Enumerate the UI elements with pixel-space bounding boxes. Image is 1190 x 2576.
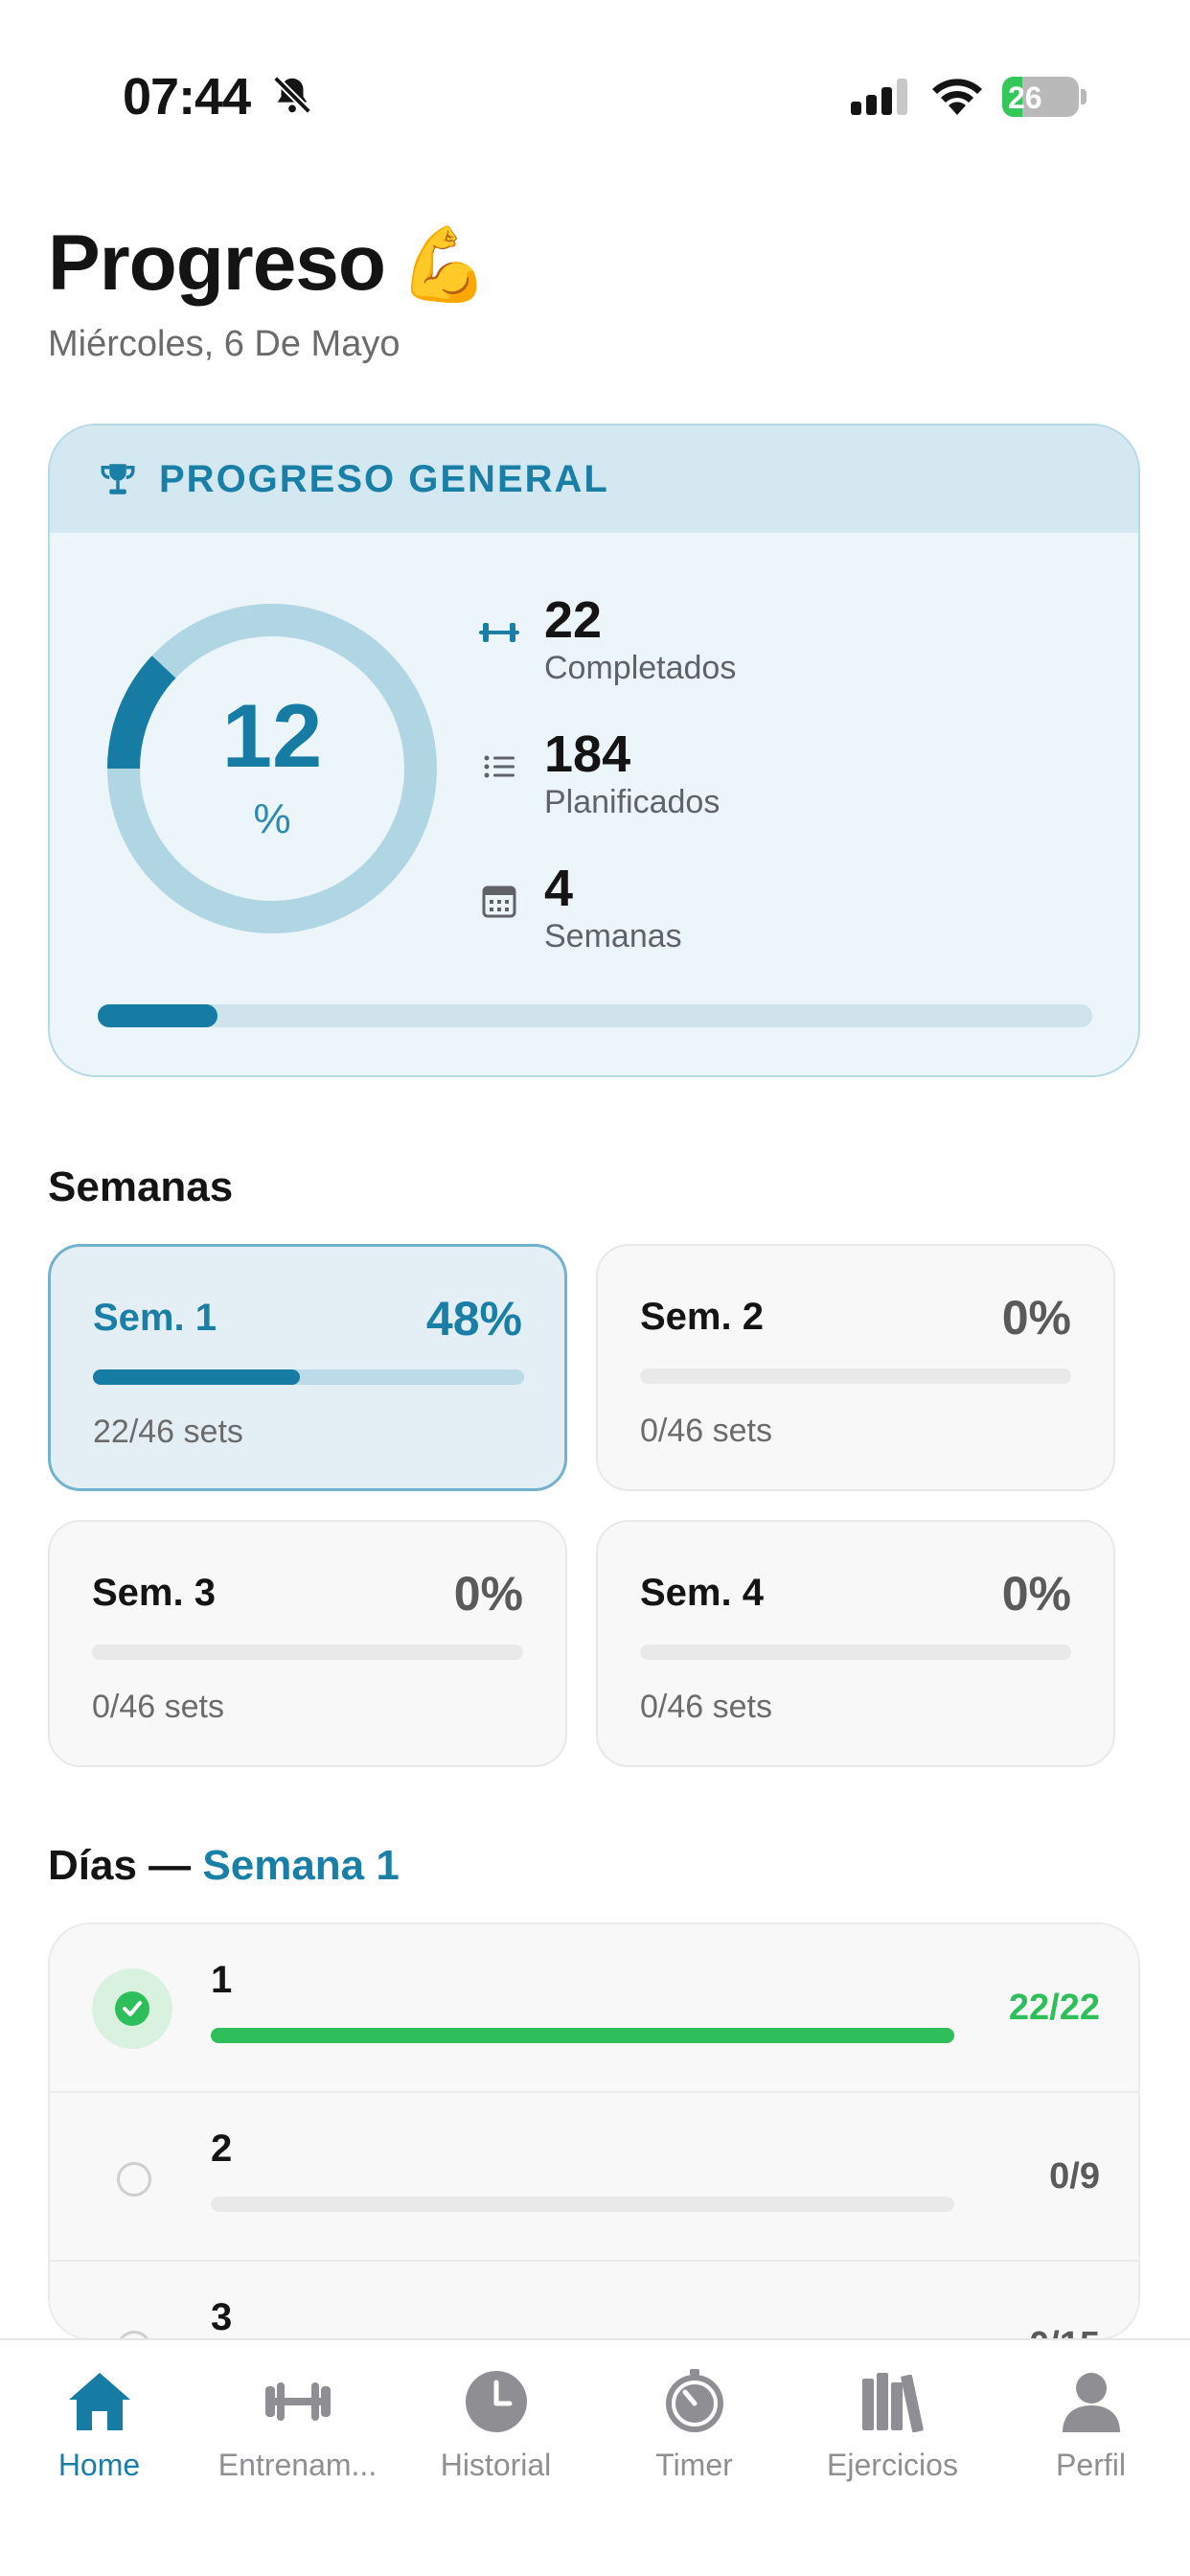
tab-home[interactable]: Home	[0, 2365, 198, 2483]
week-card-2[interactable]: Sem. 2 0% 0/46 sets	[596, 1244, 1115, 1491]
week-card-1[interactable]: Sem. 1 48% 22/46 sets	[48, 1244, 567, 1491]
page-title-text: Progreso	[48, 219, 386, 307]
stat-planned-label: Planificados	[544, 784, 721, 820]
days-section-title: Días — Semana 1	[48, 1842, 400, 1890]
tab-label: Entrenam...	[217, 2448, 378, 2482]
day-number: 2	[211, 2128, 233, 2170]
tab-historial[interactable]: Historial	[397, 2365, 595, 2483]
tab-label: Ejercicios	[827, 2448, 958, 2482]
week-sets: 22/46 sets	[93, 1414, 243, 1450]
page-title: Progreso 💪	[48, 218, 490, 309]
stat-weeks-value: 4	[544, 860, 574, 917]
week-sets: 0/46 sets	[92, 1689, 224, 1725]
week-percent: 0%	[1001, 1291, 1071, 1345]
week-progress-fill	[93, 1369, 300, 1385]
general-percent-unit: %	[253, 795, 291, 842]
current-date: Miércoles, 6 De Mayo	[48, 324, 400, 364]
list-icon	[484, 755, 515, 778]
bell-slash-icon	[273, 76, 311, 114]
days-title-week: Semana 1	[202, 1842, 400, 1889]
dumbbell-icon	[479, 623, 519, 642]
general-progress-bar	[98, 1004, 1092, 1027]
general-progress-card: PROGRESO GENERAL 12 % 22 Completados 184…	[48, 424, 1140, 1077]
general-progress-heading: PROGRESO GENERAL	[159, 457, 609, 500]
week-percent: 0%	[1001, 1567, 1071, 1621]
day-progress-fill	[211, 2028, 954, 2043]
battery-level: 26	[1008, 80, 1042, 115]
tab-perfil[interactable]: Perfil	[992, 2365, 1190, 2483]
days-title-prefix: Días —	[48, 1842, 203, 1889]
status-time: 07:44	[123, 68, 251, 126]
week-name: Sem. 1	[93, 1297, 217, 1339]
tab-timer[interactable]: Timer	[595, 2365, 793, 2483]
day-row-1[interactable]: 1 22/22	[50, 1924, 1138, 2093]
check-dot	[115, 1991, 149, 2026]
week-percent: 0%	[453, 1567, 523, 1621]
wifi-icon	[932, 79, 982, 115]
day-row-3[interactable]: 3 0/15	[50, 2262, 1138, 2338]
week-progress-bar	[640, 1644, 1071, 1660]
stat-planned-value: 184	[544, 725, 631, 783]
stat-weeks-label: Semanas	[544, 918, 682, 954]
week-card-4[interactable]: Sem. 4 0% 0/46 sets	[596, 1520, 1115, 1767]
day-sets-count: 22/22	[1008, 1988, 1100, 2028]
general-percent-value: 12	[221, 685, 323, 786]
week-progress-bar	[93, 1369, 524, 1385]
signal-icon	[851, 79, 907, 115]
day-progress-bar	[211, 2196, 954, 2212]
tab-label: Home	[57, 2448, 141, 2482]
days-list: 1 22/22 2 0/9 3 0/15	[48, 1922, 1140, 2340]
tab-label: Historial	[440, 2448, 552, 2482]
week-card-3[interactable]: Sem. 3 0% 0/46 sets	[48, 1520, 567, 1767]
stat-completed-value: 22	[544, 591, 603, 649]
week-name: Sem. 3	[92, 1572, 216, 1614]
check-circle-icon	[92, 1968, 172, 2049]
tab-label: Perfil	[1056, 2448, 1126, 2482]
week-progress-bar	[92, 1644, 523, 1660]
general-progress-header: PROGRESO GENERAL	[50, 426, 1138, 533]
day-number: 3	[211, 2296, 233, 2338]
week-name: Sem. 2	[640, 1296, 764, 1338]
house-icon	[68, 2373, 130, 2430]
empty-circle-icon	[117, 2162, 151, 2196]
week-sets: 0/46 sets	[640, 1413, 772, 1449]
books-icon	[861, 2373, 924, 2433]
day-number: 1	[211, 1959, 233, 2001]
battery-tip	[1081, 89, 1087, 104]
day-row-2[interactable]: 2 0/9	[50, 2093, 1138, 2262]
stat-completed-label: Completados	[544, 650, 737, 686]
checkmark-icon	[123, 2001, 142, 2016]
person-icon	[1062, 2373, 1120, 2432]
week-progress-bar	[640, 1368, 1071, 1384]
status-bar: 07:44 26	[0, 0, 1190, 144]
weeks-section-title: Semanas	[48, 1163, 234, 1210]
tab-entrenamiento[interactable]: Entrenam...	[198, 2365, 397, 2483]
flexed-biceps-emoji: 💪	[399, 224, 490, 306]
trophy-icon	[101, 464, 135, 494]
week-sets: 0/46 sets	[640, 1689, 772, 1725]
dumbbell-icon	[264, 2382, 331, 2421]
tab-bar: Home Entrenam... Historial Timer Ejercic…	[0, 2338, 1190, 2576]
calendar-icon	[482, 886, 516, 918]
tab-label: Timer	[655, 2448, 733, 2482]
battery-charging-icon: 26	[1002, 77, 1079, 117]
tab-ejercicios[interactable]: Ejercicios	[793, 2365, 992, 2483]
week-name: Sem. 4	[640, 1572, 764, 1614]
day-sets-count: 0/9	[1049, 2156, 1100, 2196]
timer-icon	[665, 2369, 723, 2432]
week-percent: 48%	[425, 1292, 522, 1346]
day-progress-bar	[211, 2028, 954, 2043]
general-progress-fill	[98, 1004, 217, 1027]
clock-icon	[465, 2371, 527, 2432]
